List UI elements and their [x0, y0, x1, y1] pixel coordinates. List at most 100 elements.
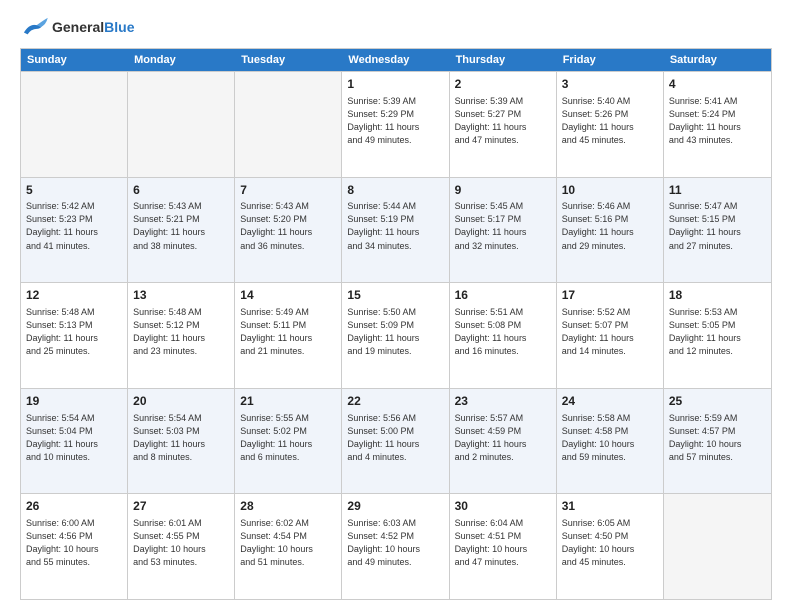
day-header-friday: Friday [557, 49, 664, 71]
calendar-cell: 30 Sunrise: 6:04 AM Sunset: 4:51 PM Dayli… [450, 494, 557, 599]
day-info: Sunrise: 5:43 AM Sunset: 5:21 PM Dayligh… [133, 200, 229, 252]
calendar-cell: 24 Sunrise: 5:58 AM Sunset: 4:58 PM Dayli… [557, 389, 664, 494]
day-header-wednesday: Wednesday [342, 49, 449, 71]
page: GeneralBlue SundayMondayTuesdayWednesday… [0, 0, 792, 612]
calendar-cell: 15 Sunrise: 5:50 AM Sunset: 5:09 PM Dayli… [342, 283, 449, 388]
day-number: 4 [669, 76, 766, 93]
day-info: Sunrise: 5:42 AM Sunset: 5:23 PM Dayligh… [26, 200, 122, 252]
calendar-cell: 14Sunrise: 5:49 AM Sunset: 5:11 PM Dayli… [235, 283, 342, 388]
calendar-cell: 26 Sunrise: 6:00 AM Sunset: 4:56 PM Dayli… [21, 494, 128, 599]
calendar-cell: 10Sunrise: 5:46 AM Sunset: 5:16 PM Dayli… [557, 178, 664, 283]
day-number: 19 [26, 393, 122, 410]
calendar-cell: 1 Sunrise: 5:39 AM Sunset: 5:29 PM Daylig… [342, 72, 449, 177]
day-number: 11 [669, 182, 766, 199]
day-number: 2 [455, 76, 551, 93]
calendar-week-2: 5Sunrise: 5:42 AM Sunset: 5:23 PM Daylig… [21, 177, 771, 283]
logo-icon [20, 16, 48, 38]
calendar-cell: 12 Sunrise: 5:48 AM Sunset: 5:13 PM Dayli… [21, 283, 128, 388]
day-header-tuesday: Tuesday [235, 49, 342, 71]
day-header-saturday: Saturday [664, 49, 771, 71]
day-number: 13 [133, 287, 229, 304]
day-number: 20 [133, 393, 229, 410]
calendar-cell: 18 Sunrise: 5:53 AM Sunset: 5:05 PM Dayli… [664, 283, 771, 388]
calendar-cell: 20 Sunrise: 5:54 AM Sunset: 5:03 PM Dayli… [128, 389, 235, 494]
calendar-cell: 7Sunrise: 5:43 AM Sunset: 5:20 PM Daylig… [235, 178, 342, 283]
day-info: Sunrise: 5:54 AM Sunset: 5:03 PM Dayligh… [133, 412, 229, 464]
day-number: 31 [562, 498, 658, 515]
calendar-cell: 25 Sunrise: 5:59 AM Sunset: 4:57 PM Dayli… [664, 389, 771, 494]
day-info: Sunrise: 5:45 AM Sunset: 5:17 PM Dayligh… [455, 200, 551, 252]
day-number: 10 [562, 182, 658, 199]
day-number: 21 [240, 393, 336, 410]
day-number: 15 [347, 287, 443, 304]
calendar-cell [21, 72, 128, 177]
calendar-week-5: 26 Sunrise: 6:00 AM Sunset: 4:56 PM Dayli… [21, 493, 771, 599]
day-info: Sunrise: 5:52 AM Sunset: 5:07 PM Dayligh… [562, 306, 658, 358]
day-number: 12 [26, 287, 122, 304]
calendar-cell [128, 72, 235, 177]
day-number: 23 [455, 393, 551, 410]
day-number: 29 [347, 498, 443, 515]
day-info: Sunrise: 5:48 AM Sunset: 5:13 PM Dayligh… [26, 306, 122, 358]
day-number: 6 [133, 182, 229, 199]
day-info: Sunrise: 6:03 AM Sunset: 4:52 PM Dayligh… [347, 517, 443, 569]
day-number: 27 [133, 498, 229, 515]
calendar-cell: 23 Sunrise: 5:57 AM Sunset: 4:59 PM Dayli… [450, 389, 557, 494]
calendar-cell: 22Sunrise: 5:56 AM Sunset: 5:00 PM Dayli… [342, 389, 449, 494]
day-info: Sunrise: 6:04 AM Sunset: 4:51 PM Dayligh… [455, 517, 551, 569]
day-header-sunday: Sunday [21, 49, 128, 71]
day-info: Sunrise: 5:48 AM Sunset: 5:12 PM Dayligh… [133, 306, 229, 358]
day-number: 18 [669, 287, 766, 304]
day-number: 22 [347, 393, 443, 410]
day-number: 9 [455, 182, 551, 199]
calendar-week-4: 19 Sunrise: 5:54 AM Sunset: 5:04 PM Dayli… [21, 388, 771, 494]
day-number: 3 [562, 76, 658, 93]
calendar-cell: 2Sunrise: 5:39 AM Sunset: 5:27 PM Daylig… [450, 72, 557, 177]
day-info: Sunrise: 5:40 AM Sunset: 5:26 PM Dayligh… [562, 95, 658, 147]
day-number: 8 [347, 182, 443, 199]
day-info: Sunrise: 5:39 AM Sunset: 5:29 PM Dayligh… [347, 95, 443, 147]
calendar-cell: 19 Sunrise: 5:54 AM Sunset: 5:04 PM Dayli… [21, 389, 128, 494]
day-number: 28 [240, 498, 336, 515]
day-info: Sunrise: 6:00 AM Sunset: 4:56 PM Dayligh… [26, 517, 122, 569]
day-info: Sunrise: 5:58 AM Sunset: 4:58 PM Dayligh… [562, 412, 658, 464]
day-info: Sunrise: 6:02 AM Sunset: 4:54 PM Dayligh… [240, 517, 336, 569]
day-number: 17 [562, 287, 658, 304]
day-info: Sunrise: 5:46 AM Sunset: 5:16 PM Dayligh… [562, 200, 658, 252]
day-header-thursday: Thursday [450, 49, 557, 71]
day-info: Sunrise: 5:53 AM Sunset: 5:05 PM Dayligh… [669, 306, 766, 358]
day-info: Sunrise: 5:54 AM Sunset: 5:04 PM Dayligh… [26, 412, 122, 464]
calendar-body: 1 Sunrise: 5:39 AM Sunset: 5:29 PM Daylig… [21, 71, 771, 599]
day-number: 24 [562, 393, 658, 410]
calendar: SundayMondayTuesdayWednesdayThursdayFrid… [20, 48, 772, 600]
day-info: Sunrise: 6:05 AM Sunset: 4:50 PM Dayligh… [562, 517, 658, 569]
calendar-cell [664, 494, 771, 599]
calendar-cell: 3 Sunrise: 5:40 AM Sunset: 5:26 PM Daylig… [557, 72, 664, 177]
calendar-cell: 9Sunrise: 5:45 AM Sunset: 5:17 PM Daylig… [450, 178, 557, 283]
calendar-cell: 31 Sunrise: 6:05 AM Sunset: 4:50 PM Dayli… [557, 494, 664, 599]
day-info: Sunrise: 5:55 AM Sunset: 5:02 PM Dayligh… [240, 412, 336, 464]
calendar-cell: 17 Sunrise: 5:52 AM Sunset: 5:07 PM Dayli… [557, 283, 664, 388]
day-info: Sunrise: 5:47 AM Sunset: 5:15 PM Dayligh… [669, 200, 766, 252]
day-number: 14 [240, 287, 336, 304]
calendar-cell: 13 Sunrise: 5:48 AM Sunset: 5:12 PM Dayli… [128, 283, 235, 388]
calendar-cell: 28 Sunrise: 6:02 AM Sunset: 4:54 PM Dayli… [235, 494, 342, 599]
day-info: Sunrise: 5:43 AM Sunset: 5:20 PM Dayligh… [240, 200, 336, 252]
calendar-cell: 5Sunrise: 5:42 AM Sunset: 5:23 PM Daylig… [21, 178, 128, 283]
logo: GeneralBlue [20, 16, 134, 38]
calendar-header: SundayMondayTuesdayWednesdayThursdayFrid… [21, 49, 771, 71]
day-number: 26 [26, 498, 122, 515]
day-number: 30 [455, 498, 551, 515]
day-info: Sunrise: 5:51 AM Sunset: 5:08 PM Dayligh… [455, 306, 551, 358]
day-info: Sunrise: 5:59 AM Sunset: 4:57 PM Dayligh… [669, 412, 766, 464]
logo-text: GeneralBlue [52, 19, 134, 36]
day-number: 1 [347, 76, 443, 93]
calendar-cell: 8Sunrise: 5:44 AM Sunset: 5:19 PM Daylig… [342, 178, 449, 283]
day-header-monday: Monday [128, 49, 235, 71]
day-info: Sunrise: 5:57 AM Sunset: 4:59 PM Dayligh… [455, 412, 551, 464]
calendar-cell: 27Sunrise: 6:01 AM Sunset: 4:55 PM Dayli… [128, 494, 235, 599]
day-info: Sunrise: 5:50 AM Sunset: 5:09 PM Dayligh… [347, 306, 443, 358]
day-number: 25 [669, 393, 766, 410]
calendar-cell: 6Sunrise: 5:43 AM Sunset: 5:21 PM Daylig… [128, 178, 235, 283]
calendar-week-3: 12 Sunrise: 5:48 AM Sunset: 5:13 PM Dayli… [21, 282, 771, 388]
